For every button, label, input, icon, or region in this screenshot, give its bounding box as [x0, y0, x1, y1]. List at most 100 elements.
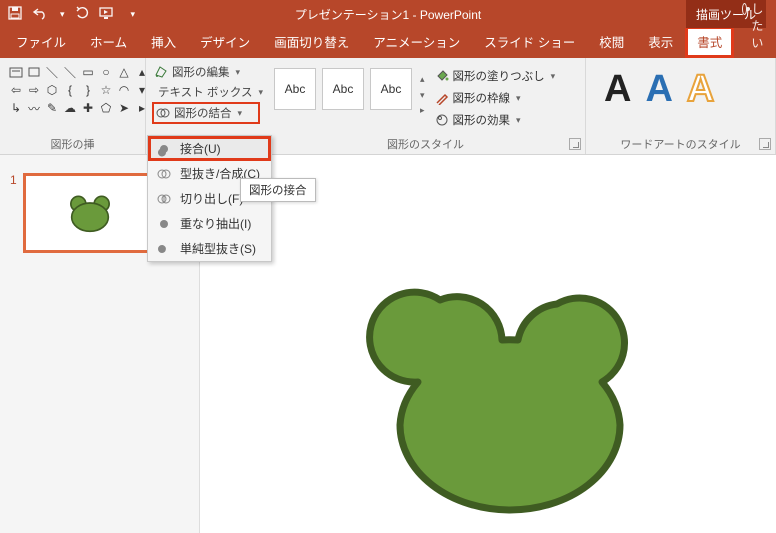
subtract-icon [156, 241, 172, 257]
chevron-down-icon: ▾ [238, 108, 243, 119]
merge-shapes-label: 図形の結合 [174, 105, 232, 121]
shape-line2-icon[interactable]: ＼ [62, 64, 78, 80]
ribbon-tabs: ファイル ホーム 挿入 デザイン 画面切り替え アニメーション スライド ショー… [0, 28, 776, 58]
shape-connL-icon[interactable]: ↳ [8, 100, 24, 116]
chevron-down-icon: ▾ [516, 93, 521, 104]
gallery-up-icon[interactable]: ▴ [420, 74, 425, 85]
wordart-preset-2[interactable]: A [645, 68, 672, 111]
lightbulb-icon [742, 3, 747, 15]
shape-brace-icon[interactable]: { [62, 82, 78, 98]
merge-union-label: 接合(U) [180, 140, 221, 157]
shape-textbox-icon[interactable] [8, 64, 24, 80]
tab-view[interactable]: 表示 [636, 26, 685, 58]
shape-effects-button[interactable]: 図形の効果 ▾ [435, 112, 556, 128]
shape-rect-icon[interactable] [26, 64, 42, 80]
shape-fill-button[interactable]: 図形の塗りつぶし ▾ [435, 68, 556, 84]
chevron-down-icon: ▾ [236, 67, 241, 78]
undo-icon[interactable] [32, 6, 48, 23]
save-icon[interactable] [8, 6, 22, 23]
tab-slideshow[interactable]: スライド ショー [472, 26, 587, 58]
wordart-preset-3[interactable]: A [687, 68, 714, 111]
ribbon: ＼ ＼ ▭ ○ △ ▴ ⇦ ⇨ ⬡ { } ☆ ◠ ▾ ↳ 〰 ✎ ☁ ✚ ⬠ … [0, 58, 776, 155]
wordart-preset-1[interactable]: A [604, 68, 631, 111]
shape-line-icon[interactable]: ＼ [44, 64, 60, 80]
shape-brace2-icon[interactable]: } [80, 82, 96, 98]
fragment-icon [156, 191, 172, 207]
tell-me-label: 実行したい [751, 0, 770, 51]
intersect-icon [156, 216, 172, 232]
wordart-gallery[interactable]: A A A [594, 62, 767, 111]
tab-review[interactable]: 校閲 [587, 26, 636, 58]
tab-home[interactable]: ホーム [78, 26, 139, 58]
undo-dropdown-icon[interactable]: ▾ [60, 9, 65, 20]
style-preset-1[interactable]: Abc [274, 68, 316, 110]
redo-icon[interactable] [75, 6, 89, 23]
shape-outline-button[interactable]: 図形の枠線 ▾ [435, 90, 556, 106]
tooltip-union: 図形の接合 [240, 178, 316, 202]
bucket-icon [435, 69, 449, 83]
pen-icon [435, 91, 449, 105]
tab-animations[interactable]: アニメーション [361, 26, 472, 58]
group-insert-shapes: ＼ ＼ ▭ ○ △ ▴ ⇦ ⇨ ⬡ { } ☆ ◠ ▾ ↳ 〰 ✎ ☁ ✚ ⬠ … [0, 58, 146, 154]
effects-icon [435, 113, 449, 127]
title-bar: ▾ ▾ プレゼンテーション1 - PowerPoint 描画ツール [0, 0, 776, 28]
union-icon [156, 141, 172, 157]
shape-outline-label: 図形の枠線 [453, 90, 511, 106]
start-from-beginning-icon[interactable] [99, 6, 115, 23]
shape-cloud-icon[interactable]: ☁ [62, 100, 78, 116]
dialog-launcher-icon[interactable] [759, 138, 771, 150]
frog-shape[interactable] [360, 285, 660, 515]
tab-transitions[interactable]: 画面切り替え [262, 26, 361, 58]
tab-insert[interactable]: 挿入 [139, 26, 188, 58]
shape-star-icon[interactable]: ☆ [98, 82, 114, 98]
group-label-insert-shapes: 図形の挿 [0, 136, 145, 152]
gallery-down-icon[interactable]: ▾ [420, 90, 425, 101]
shape-arrow3-icon[interactable]: ➤ [116, 100, 132, 116]
shape-oval-icon[interactable]: ○ [98, 64, 114, 80]
shape-plus-icon[interactable]: ✚ [80, 100, 96, 116]
group-wordart-styles: A A A ワードアートのスタイル [586, 58, 776, 154]
shape-effects-label: 図形の効果 [453, 112, 511, 128]
merge-fragment-label: 切り出し(F) [180, 190, 243, 207]
shape-curve-icon[interactable]: 〰 [26, 100, 42, 116]
shape-style-gallery[interactable]: Abc Abc Abc ▴ ▾ ▸ [274, 62, 425, 128]
slide-canvas[interactable] [200, 155, 776, 533]
merge-subtract-item[interactable]: 単純型抜き(S) [148, 236, 271, 261]
shape-triangle-icon[interactable]: △ [116, 64, 132, 80]
workspace: 1 [0, 155, 776, 533]
group-shape-styles: Abc Abc Abc ▴ ▾ ▸ 図形の塗りつぶし ▾ 図形の枠線 ▾ [266, 58, 586, 154]
text-box-button[interactable]: A テキスト ボックス▾ [154, 84, 258, 100]
merge-shapes-button[interactable]: 図形の結合 ▾ [154, 104, 258, 122]
style-preset-2[interactable]: Abc [322, 68, 364, 110]
edit-shape-label: 図形の編集 [172, 64, 230, 80]
shape-fill-label: 図形の塗りつぶし [453, 68, 545, 84]
tab-file[interactable]: ファイル [4, 26, 78, 58]
chevron-down-icon: ▾ [516, 115, 521, 126]
merge-subtract-label: 単純型抜き(S) [180, 240, 256, 257]
qat-customize-icon[interactable]: ▾ [131, 9, 136, 20]
shape-rect2-icon[interactable]: ▭ [80, 64, 96, 80]
edit-shape-button[interactable]: 図形の編集 ▾ [154, 64, 258, 80]
shape-arrowR-icon[interactable]: ⇨ [26, 82, 42, 98]
group-label-shape-styles: 図形のスタイル [266, 136, 585, 152]
shape-free-icon[interactable]: ✎ [44, 100, 60, 116]
frog-thumbnail-icon [65, 193, 115, 233]
merge-intersect-label: 重なり抽出(I) [180, 215, 251, 232]
style-preset-3[interactable]: Abc [370, 68, 412, 110]
shape-hex-icon[interactable]: ⬡ [44, 82, 60, 98]
shape-arc-icon[interactable]: ◠ [116, 82, 132, 98]
merge-shapes-icon [156, 106, 170, 120]
shapes-gallery[interactable]: ＼ ＼ ▭ ○ △ ▴ ⇦ ⇨ ⬡ { } ☆ ◠ ▾ ↳ 〰 ✎ ☁ ✚ ⬠ … [8, 62, 137, 116]
slide-1-preview[interactable] [23, 173, 158, 253]
chevron-down-icon: ▾ [551, 71, 556, 82]
shape-pent-icon[interactable]: ⬠ [98, 100, 114, 116]
merge-union-item[interactable]: 接合(U) [148, 136, 271, 161]
tab-format[interactable]: 書式 [685, 26, 734, 58]
tell-me[interactable]: 実行したい [734, 0, 776, 58]
group-label-wordart: ワードアートのスタイル [586, 136, 775, 152]
gallery-more-icon[interactable]: ▸ [420, 105, 425, 116]
shape-arrowL-icon[interactable]: ⇦ [8, 82, 24, 98]
dialog-launcher-icon[interactable] [569, 138, 581, 150]
merge-intersect-item[interactable]: 重なり抽出(I) [148, 211, 271, 236]
tab-design[interactable]: デザイン [188, 26, 262, 58]
